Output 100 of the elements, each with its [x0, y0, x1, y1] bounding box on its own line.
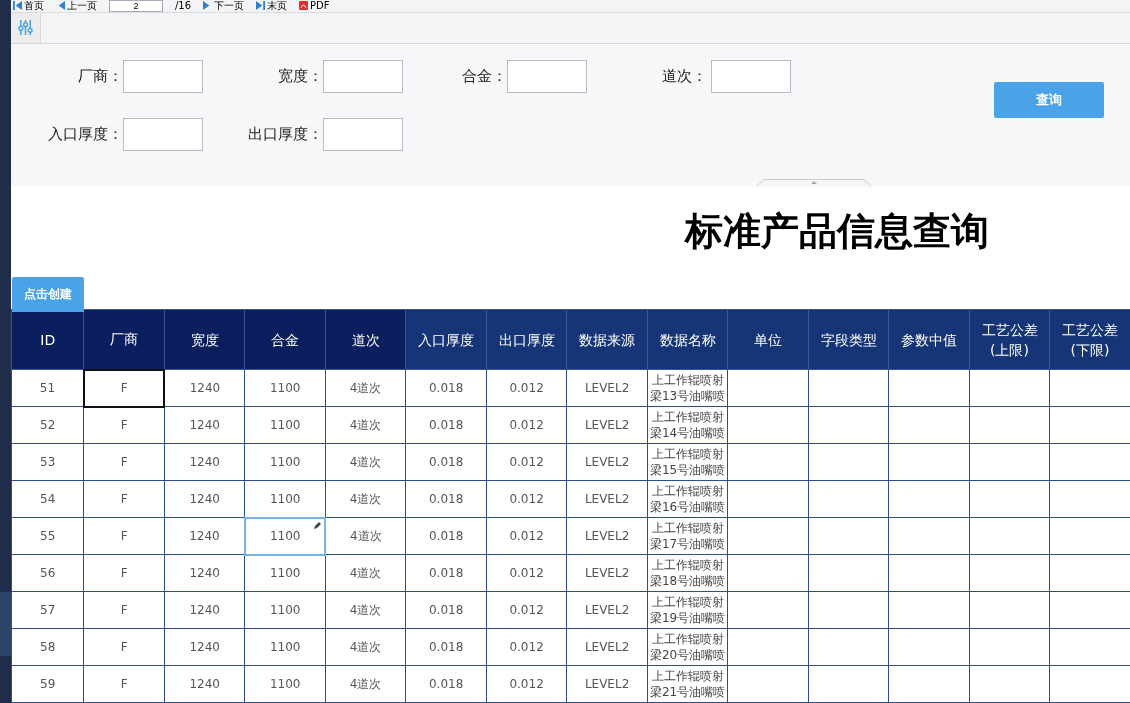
left-triangle-icon	[13, 1, 22, 11]
last-page-button[interactable]: 末页	[256, 0, 288, 12]
table-cell: 4道次	[325, 591, 406, 629]
table-cell: 59	[11, 665, 84, 703]
table-cell: 1240	[164, 443, 245, 481]
sliders-icon	[18, 19, 33, 37]
table-cell: 4道次	[325, 480, 406, 518]
table-cell: LEVEL2	[566, 628, 648, 666]
page-total: /16	[175, 0, 192, 12]
table-cell: 4道次	[325, 554, 406, 592]
table-cell: 上工作辊喷射梁14号油嘴喷	[647, 406, 728, 444]
table-cell: LEVEL2	[566, 480, 648, 518]
table-cell: 0.012	[486, 628, 567, 666]
pencil-icon[interactable]	[314, 520, 323, 529]
table-cell: 1100	[244, 480, 326, 518]
table-cell: F	[83, 480, 165, 518]
table-cell: 0.012	[486, 406, 567, 444]
column-header: 参数中值	[888, 309, 970, 370]
table-cell: LEVEL2	[566, 369, 648, 407]
table-cell: F	[83, 443, 165, 481]
filter-label: 宽度：	[277, 66, 323, 86]
table-cell: 1240	[164, 628, 245, 666]
table-cell: LEVEL2	[566, 517, 648, 555]
filter-input[interactable]	[323, 117, 403, 151]
table-cell: 4道次	[325, 628, 406, 666]
sidebar-item[interactable]	[0, 592, 11, 656]
table-cell: 57	[11, 591, 84, 629]
table-cell: F	[83, 406, 165, 444]
table-cell: 0.012	[486, 665, 567, 703]
table-cell: 上工作辊喷射梁15号油嘴喷	[647, 443, 728, 481]
pdf-page-button[interactable]: PDF	[299, 0, 330, 12]
table-cell: 上工作辊喷射梁19号油嘴喷	[647, 591, 728, 629]
table-cell: LEVEL2	[566, 406, 648, 444]
column-header: 厂商	[83, 309, 165, 370]
table-cell: LEVEL2	[566, 665, 648, 703]
table-cell: 4道次	[325, 406, 406, 444]
table-cell: 1240	[164, 591, 245, 629]
table-cell: 0.012	[486, 369, 567, 407]
table-cell: F	[83, 369, 165, 407]
table-cell: 55	[11, 517, 84, 555]
table-cell: 4道次	[325, 369, 406, 407]
filter-input[interactable]	[323, 59, 403, 93]
table-cell: 4道次	[325, 665, 406, 703]
table-cell: LEVEL2	[566, 443, 648, 481]
table-cell: F	[83, 628, 165, 666]
table-cell: 58	[11, 628, 84, 666]
table-cell: 0.018	[405, 443, 487, 481]
table-cell: 0.012	[486, 554, 567, 592]
table-cell: 53	[11, 443, 84, 481]
filter-label: 入口厚度：	[47, 124, 123, 144]
filter-input[interactable]	[507, 59, 587, 93]
table-cell: F	[83, 517, 165, 555]
table-cell: 上工作辊喷射梁20号油嘴喷	[647, 628, 728, 666]
table-cell: 1100	[244, 554, 326, 592]
prev-page-button[interactable]: 上一页	[56, 0, 97, 12]
column-header: 道次	[325, 309, 406, 370]
filter-input[interactable]	[711, 59, 791, 93]
table-cell: 上工作辊喷射梁13号油嘴喷	[647, 369, 728, 407]
right-triangle-icon	[256, 1, 266, 11]
filter-tab[interactable]	[11, 12, 41, 43]
table-cell: 1100	[244, 517, 326, 555]
column-header: 字段类型	[808, 309, 889, 370]
table-cell: 54	[11, 480, 84, 518]
table-cell: 上工作辊喷射梁17号油嘴喷	[647, 517, 728, 555]
table-cell: 0.018	[405, 406, 487, 444]
table-cell: F	[83, 665, 165, 703]
table-cell: F	[83, 591, 165, 629]
table-cell: 0.018	[405, 369, 487, 407]
table-cell: 1100	[244, 665, 326, 703]
table-cell: 4道次	[325, 443, 406, 481]
filter-label: 出口厚度：	[247, 124, 323, 144]
table-cell: 1240	[164, 517, 245, 555]
column-header: 工艺公差 (下限)	[1049, 309, 1130, 370]
column-header: 单位	[727, 309, 809, 370]
table-cell: 4道次	[325, 517, 406, 555]
page-number-field[interactable]: 2	[109, 0, 163, 12]
table-cell: 1240	[164, 480, 245, 518]
table-cell: 上工作辊喷射梁16号油嘴喷	[647, 480, 728, 518]
filter-input[interactable]	[123, 59, 203, 93]
filter-label: 合金：	[461, 66, 507, 86]
table-cell: 1240	[164, 369, 245, 407]
column-header: 数据来源	[566, 309, 648, 370]
column-header: ID	[11, 309, 84, 370]
table-cell: 51	[11, 369, 84, 407]
next-page-button[interactable]: 下一页	[203, 0, 245, 12]
table-cell: LEVEL2	[566, 591, 648, 629]
collapse-handle[interactable]	[756, 179, 872, 188]
table-cell: 52	[11, 406, 84, 444]
table-cell: 1240	[164, 665, 245, 703]
first-page-button[interactable]: 首页	[13, 0, 44, 12]
table-cell: 0.012	[486, 480, 567, 518]
table-cell: 上工作辊喷射梁21号油嘴喷	[647, 665, 728, 703]
table-cell: 0.018	[405, 480, 487, 518]
table-cell: 0.018	[405, 628, 487, 666]
filter-input[interactable]	[123, 117, 203, 151]
left-triangle-icon	[56, 1, 65, 11]
table-cell: 0.018	[405, 554, 487, 592]
table-cell: 1100	[244, 591, 326, 629]
table-cell: 1100	[244, 369, 326, 407]
table-cell: 1100	[244, 406, 326, 444]
